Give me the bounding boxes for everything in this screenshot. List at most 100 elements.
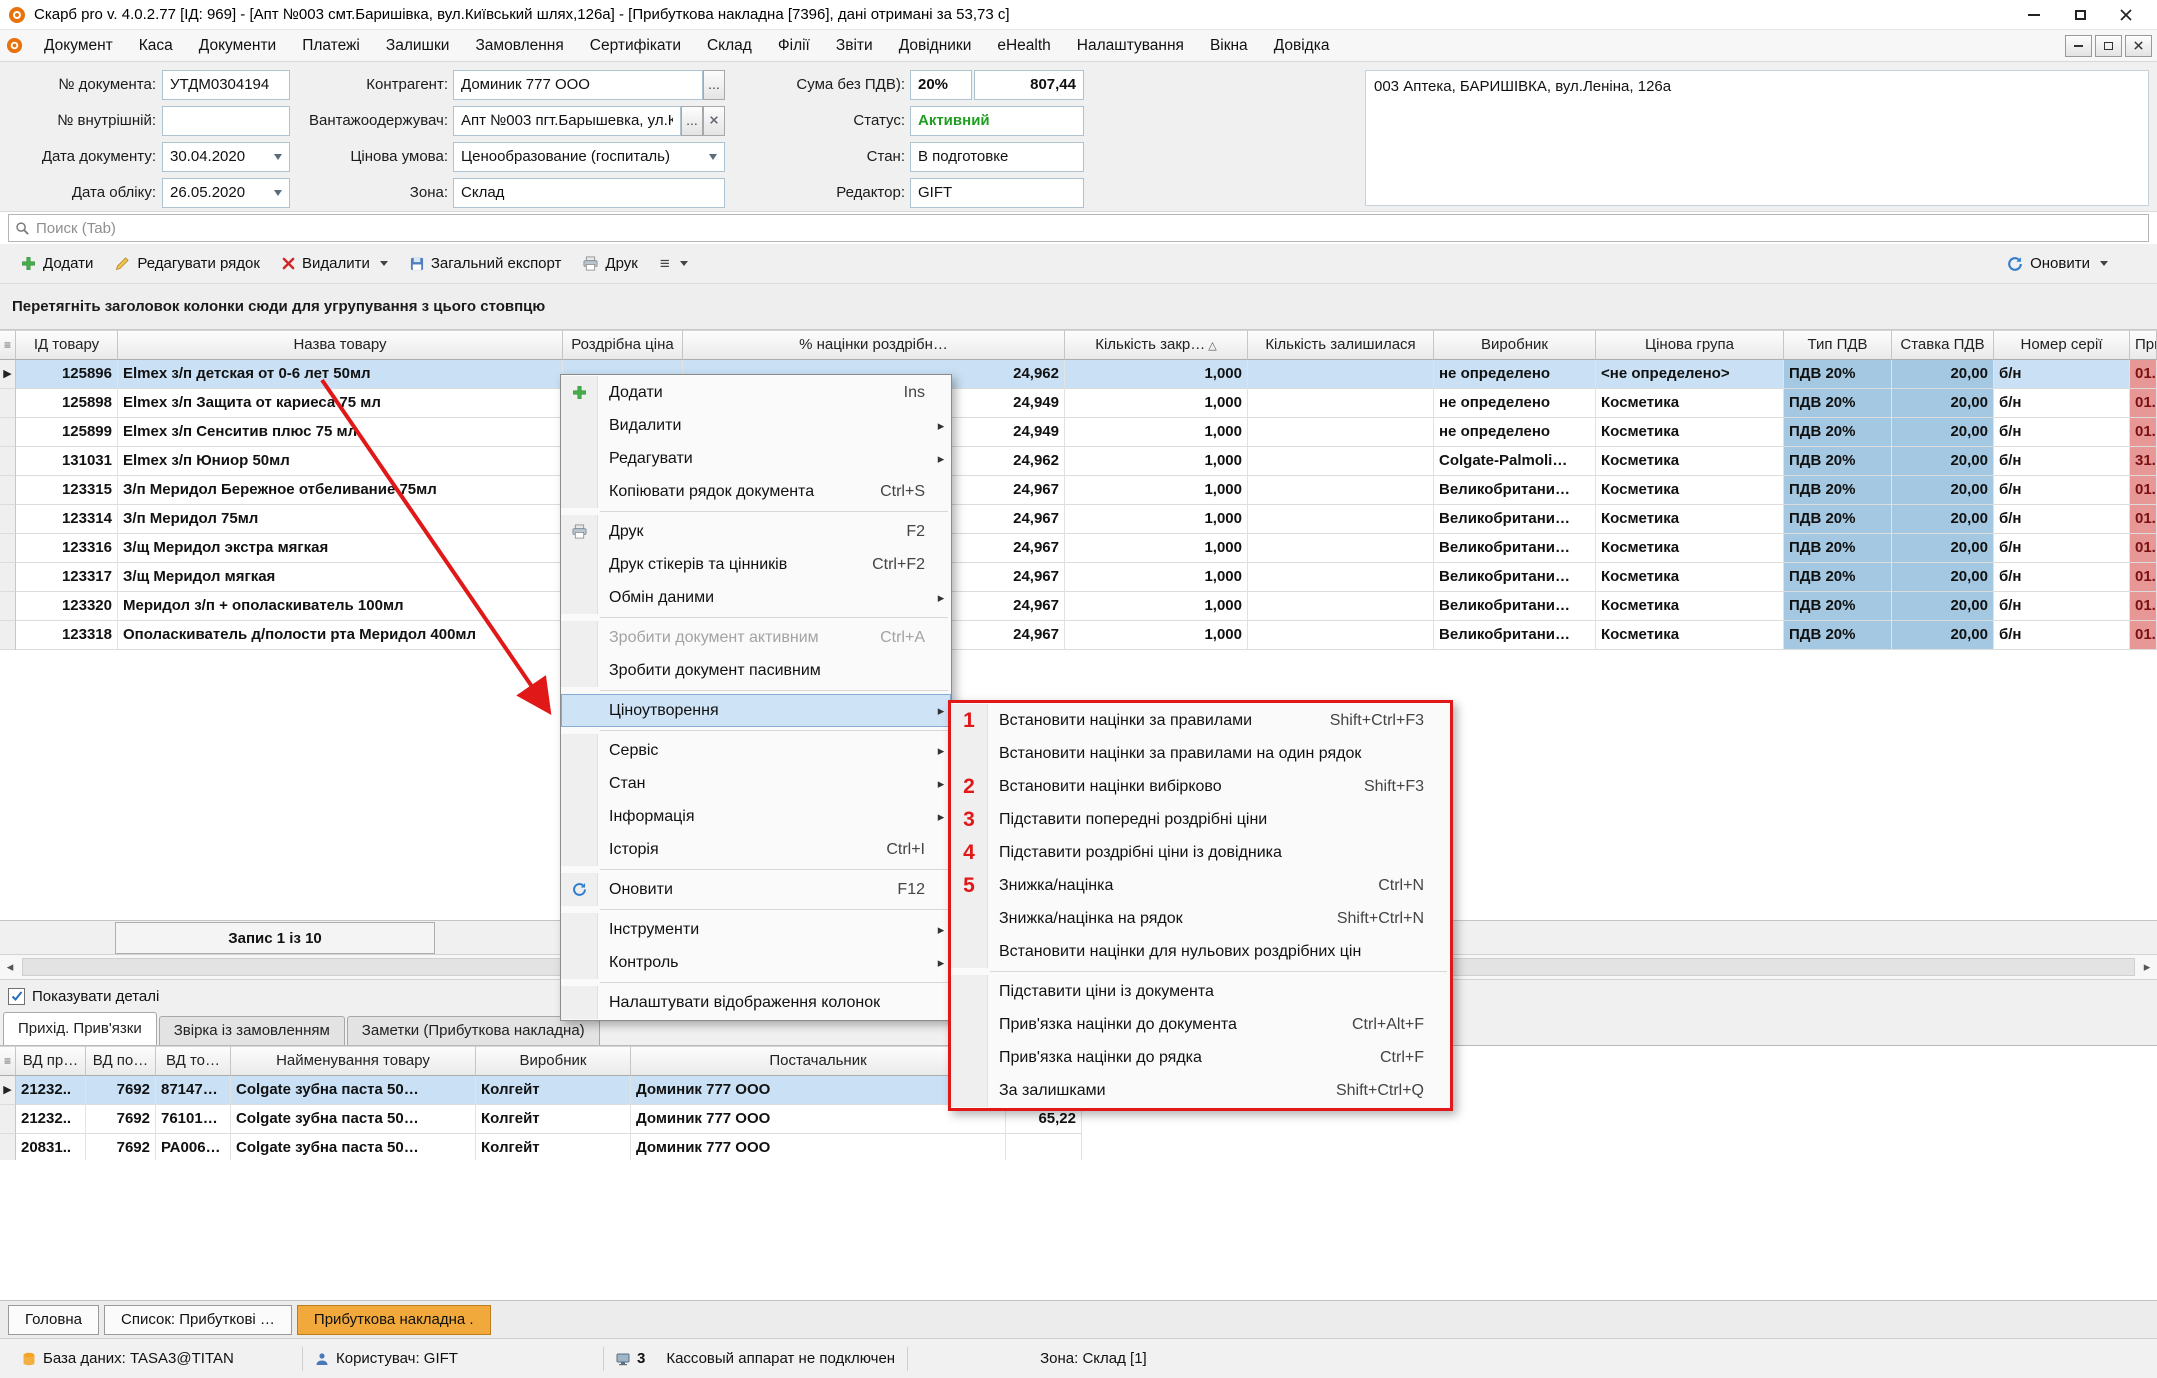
menu-item[interactable]: Редагувати▸ [561, 442, 951, 475]
add-button[interactable]: Додати [10, 249, 104, 279]
refresh-button[interactable]: Оновити [1996, 249, 2119, 279]
menu-item[interactable]: Інформація▸ [561, 800, 951, 833]
menu-item[interactable]: Контроль▸ [561, 946, 951, 979]
menu-item[interactable]: Встановити націнки для нульових роздрібн… [951, 935, 1450, 968]
menu-item[interactable]: 2Встановити націнки вибірковоShift+F3 [951, 770, 1450, 803]
table-row[interactable]: ▶21232..769287147…Colgate зубна паста 50… [0, 1076, 1082, 1105]
menubar-item[interactable]: Склад [694, 30, 765, 61]
column-header-ind[interactable]: ≡ [0, 330, 16, 360]
menubar-item[interactable]: Філії [765, 30, 823, 61]
column-header-manufacturer[interactable]: Виробник [476, 1046, 631, 1076]
menubar-item[interactable]: Вікна [1197, 30, 1261, 61]
column-header-price_group[interactable]: Цінова група [1596, 330, 1784, 360]
menu-item[interactable]: 3Підставити попередні роздрібні ціни [951, 803, 1450, 836]
doc-number-field[interactable]: УТДМ0304194 [162, 70, 290, 100]
table-row[interactable]: 125899Elmex з/п Сенситив плюс 75 мл24,94… [0, 418, 2157, 447]
mdi-restore-button[interactable] [2095, 35, 2122, 57]
menubar-item[interactable]: Платежі [289, 30, 373, 61]
column-header-expiry[interactable]: При… [2130, 330, 2157, 360]
menu-item[interactable]: Обмін даними▸ [561, 581, 951, 614]
price-condition-field[interactable]: Ценообразование (госпиталь) [453, 142, 725, 172]
document-tab[interactable]: Список: Прибуткові … [104, 1305, 292, 1335]
column-header-retail_price[interactable]: Роздрібна ціна [563, 330, 683, 360]
menu-item[interactable]: Стан▸ [561, 767, 951, 800]
show-details-checkbox[interactable] [8, 988, 25, 1005]
menu-item[interactable]: ОновитиF12 [561, 873, 951, 906]
menubar-item[interactable]: Замовлення [462, 30, 576, 61]
menu-item[interactable]: Знижка/націнка на рядокShift+Ctrl+N [951, 902, 1450, 935]
table-row[interactable]: 123318Ополаскиватель д/полости рта Мерид… [0, 621, 2157, 650]
column-header-markup_percent[interactable]: % націнки роздрібн… [683, 330, 1065, 360]
column-header-vd_po[interactable]: ВД по… [86, 1046, 156, 1076]
menu-item[interactable]: Друк стікерів та цінниківCtrl+F2 [561, 548, 951, 581]
table-row[interactable]: 123317З/щ Меридол мягкая24,9671,000Велик… [0, 563, 2157, 592]
menu-item[interactable]: За залишкамиShift+Ctrl+Q [951, 1074, 1450, 1107]
column-header-vat_type[interactable]: Тип ПДВ [1784, 330, 1892, 360]
menu-item[interactable]: Інструменти▸ [561, 913, 951, 946]
chevron-down-icon[interactable] [709, 154, 717, 160]
close-button[interactable] [2103, 0, 2149, 29]
column-header-vat_rate[interactable]: Ставка ПДВ [1892, 330, 1994, 360]
document-tab[interactable]: Прибуткова накладна . [297, 1305, 491, 1335]
table-row[interactable]: ▶125896Elmex з/п детская от 0-6 лет 50мл… [0, 360, 2157, 389]
doc-date-field[interactable]: 30.04.2020 [162, 142, 290, 172]
print-button[interactable]: Друк [572, 249, 648, 279]
consignee-browse-button[interactable]: ... [681, 106, 703, 136]
menu-item[interactable]: Прив'язка націнки до рядкаCtrl+F [951, 1041, 1450, 1074]
table-row[interactable]: 131031Elmex з/п Юниор 50мл24,9621,000Col… [0, 447, 2157, 476]
menu-item[interactable]: Підставити ціни із документа [951, 975, 1450, 1008]
column-header-item_name[interactable]: Найменування товару [231, 1046, 476, 1076]
menu-item[interactable]: Встановити націнки за правилами на один … [951, 737, 1450, 770]
menubar-item[interactable]: Довідники [886, 30, 985, 61]
menu-item[interactable]: ДрукF2 [561, 515, 951, 548]
menu-item[interactable]: Зробити документ пасивним [561, 654, 951, 687]
chevron-down-icon[interactable] [274, 190, 282, 196]
consignee-field[interactable]: Апт №003 пгт.Барышевка, ул.К [453, 106, 681, 136]
menu-item[interactable]: ІсторіяCtrl+I [561, 833, 951, 866]
document-icon[interactable] [6, 37, 23, 54]
column-header-ind[interactable]: ≡ [0, 1046, 16, 1076]
column-header-qty_closed[interactable]: Кількість закр… △ [1065, 330, 1248, 360]
menubar-item[interactable]: Сертифікати [577, 30, 694, 61]
menu-item[interactable]: 4Підставити роздрібні ціни із довідника [951, 836, 1450, 869]
detail-tab[interactable]: Звірка із замовленням [159, 1016, 345, 1045]
maximize-button[interactable] [2057, 0, 2103, 29]
column-header-vd_to[interactable]: ВД то… [156, 1046, 231, 1076]
menubar-item[interactable]: Довідка [1261, 30, 1343, 61]
table-row[interactable]: 125898Elmex з/п Защита от кариеса 75 мл2… [0, 389, 2157, 418]
contractor-browse-button[interactable]: ... [703, 70, 725, 100]
account-date-field[interactable]: 26.05.2020 [162, 178, 290, 208]
menu-item[interactable]: 5Знижка/націнкаCtrl+N [951, 869, 1450, 902]
mdi-minimize-button[interactable] [2065, 35, 2092, 57]
scroll-right-icon[interactable]: ▸ [2137, 959, 2157, 975]
menubar-item[interactable]: Залишки [373, 30, 463, 61]
detail-tab[interactable]: Прихід. Прив'язки [3, 1012, 157, 1045]
menubar-item[interactable]: Каса [126, 30, 186, 61]
export-button[interactable]: Загальний експорт [399, 249, 573, 279]
list-options-button[interactable]: ≡ [649, 249, 699, 279]
delete-button[interactable]: Видалити [271, 249, 399, 279]
table-row[interactable]: 123315З/п Меридол Бережное отбеливание 7… [0, 476, 2157, 505]
menubar-item[interactable]: Документ [31, 30, 126, 61]
table-row[interactable]: 123314З/п Меридол 75мл24,9671,000Великоб… [0, 505, 2157, 534]
table-row[interactable]: 21232..769276101…Colgate зубна паста 50…… [0, 1105, 1082, 1134]
document-tab[interactable]: Головна [8, 1305, 99, 1335]
menu-item[interactable]: Копіювати рядок документаCtrl+S [561, 475, 951, 508]
table-row[interactable]: 123320Меридол з/п + ополаскиватель 100мл… [0, 592, 2157, 621]
column-header-product_name[interactable]: Назва товару [118, 330, 563, 360]
search-input[interactable] [36, 220, 2142, 237]
menubar-item[interactable]: Документи [186, 30, 289, 61]
consignee-clear-button[interactable] [703, 106, 725, 136]
menu-item[interactable]: Сервіс▸ [561, 734, 951, 767]
app-icon[interactable] [8, 6, 26, 24]
menubar-item[interactable]: eHealth [984, 30, 1063, 61]
zone-field[interactable]: Склад [453, 178, 725, 208]
column-header-product_id[interactable]: ІД товару [16, 330, 118, 360]
table-row[interactable]: 20831..7692РА006…Colgate зубна паста 50…… [0, 1134, 1082, 1163]
column-header-series_number[interactable]: Номер серії [1994, 330, 2130, 360]
column-header-vd_pr[interactable]: ВД пр… [16, 1046, 86, 1076]
contractor-field[interactable]: Доминик 777 ООО [453, 70, 703, 100]
mdi-close-button[interactable] [2125, 35, 2152, 57]
group-by-panel[interactable]: Перетягніть заголовок колонки сюди для у… [0, 284, 2157, 330]
column-header-manufacturer[interactable]: Виробник [1434, 330, 1596, 360]
